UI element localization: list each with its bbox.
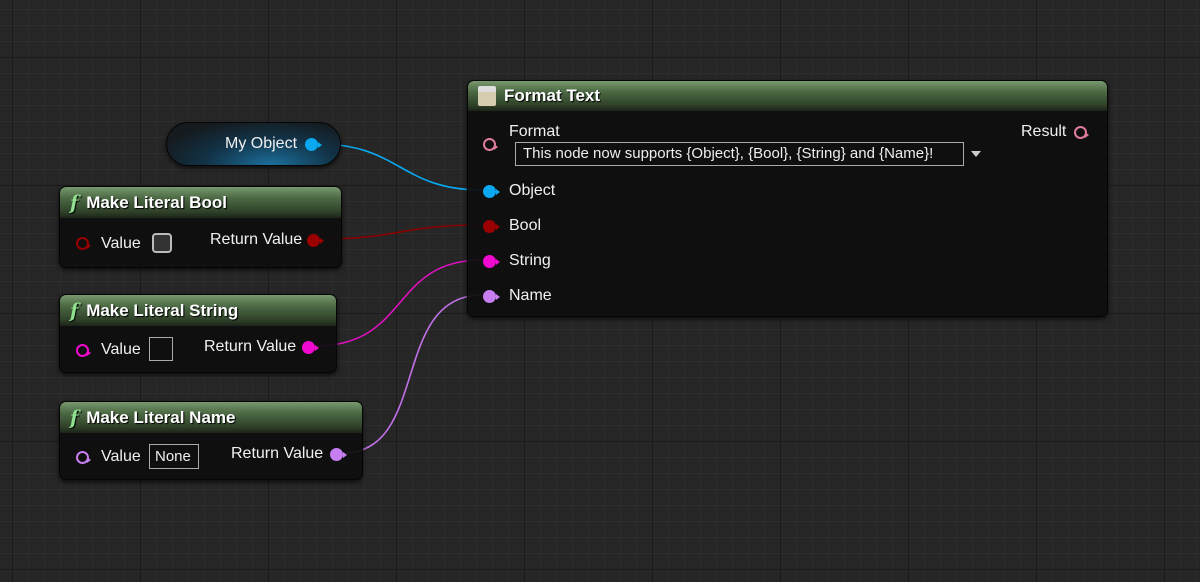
wire-object[interactable] [317,143,483,191]
format-input-pin[interactable] [483,138,498,151]
string-value-input[interactable] [149,337,173,361]
my-object-variable-node[interactable]: My Object [166,122,341,166]
format-text-node[interactable]: Format Text Format This node now support… [467,80,1108,317]
format-label: Format [509,123,560,140]
value-label: Value [101,448,141,465]
value-label: Value [101,341,141,358]
object-input-pin[interactable] [483,185,500,198]
value-input-pin[interactable] [76,237,91,250]
object-input-label: Object [509,182,556,199]
make-literal-bool-node[interactable]: f Make Literal Bool Value Return Value [59,186,342,268]
object-output-pin[interactable] [305,138,322,151]
make-literal-string-node[interactable]: f Make Literal String Value Return Value [59,294,337,373]
node-header: f Make Literal String [60,295,336,326]
return-value-label: Return Value [204,338,297,355]
string-input-label: String [509,252,551,269]
wire-name[interactable] [342,294,483,454]
function-icon: f [70,406,79,429]
node-title: Make Literal String [86,300,239,320]
function-icon: f [70,191,79,214]
value-checkbox[interactable] [152,233,172,253]
return-value-label: Return Value [231,445,324,462]
format-text-input[interactable]: This node now supports {Object}, {Bool},… [515,142,964,166]
result-output-pin[interactable] [1074,126,1089,139]
wire-string[interactable] [314,259,483,347]
name-value-input[interactable]: None [149,444,199,469]
variable-label: My Object [225,135,298,152]
function-icon: f [70,299,79,322]
string-input-pin[interactable] [483,255,500,268]
return-value-label: Return Value [210,231,303,248]
name-input-label: Name [509,287,552,304]
return-value-pin[interactable] [307,234,324,247]
node-header: Format Text [468,81,1107,111]
return-value-pin[interactable] [302,341,319,354]
node-header: f Make Literal Name [60,402,362,433]
value-input-pin[interactable] [76,451,91,464]
format-dropdown-arrow-icon[interactable] [971,151,981,157]
name-input-pin[interactable] [483,290,500,303]
bool-input-label: Bool [509,217,542,234]
node-title: Make Literal Name [86,407,236,427]
value-label: Value [101,235,141,252]
bool-input-pin[interactable] [483,220,500,233]
result-label: Result [1021,123,1067,140]
text-format-icon [478,86,496,106]
node-title: Format Text [504,86,601,105]
wire-bool[interactable] [319,224,483,240]
node-title: Make Literal Bool [86,192,227,212]
value-input-pin[interactable] [76,344,91,357]
node-header: f Make Literal Bool [60,187,341,218]
return-value-pin[interactable] [330,448,347,461]
make-literal-name-node[interactable]: f Make Literal Name Value None Return Val… [59,401,363,480]
